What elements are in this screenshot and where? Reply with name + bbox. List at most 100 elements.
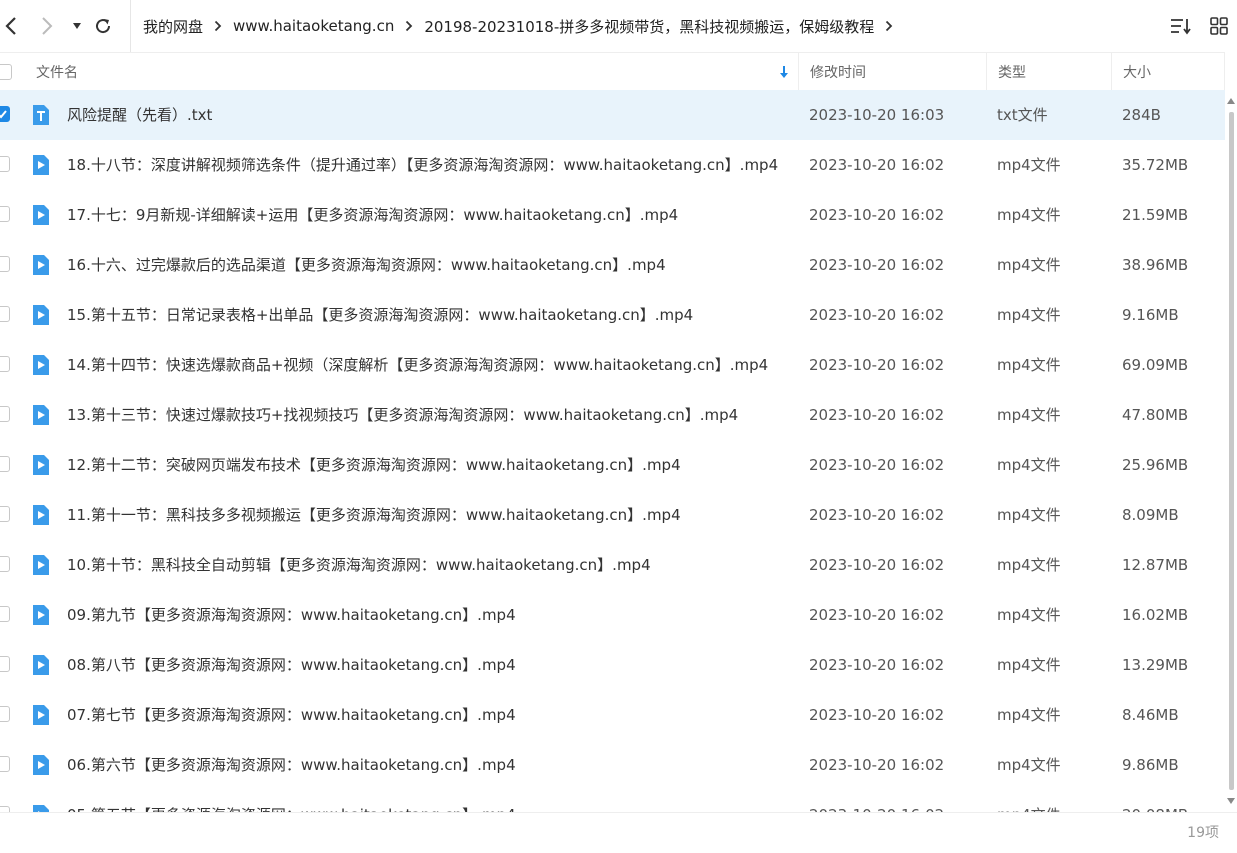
column-header-name[interactable]: 文件名	[36, 53, 78, 91]
file-name[interactable]: 07.第七节【更多资源海淘资源网：www.haitaoketang.cn】.mp…	[67, 690, 516, 740]
sort-list-icon	[1171, 19, 1191, 35]
video-file-icon	[31, 554, 51, 576]
file-name[interactable]: 13.第十三节：快速过爆款技巧+找视频技巧【更多资源海淘资源网：www.hait…	[67, 390, 738, 440]
file-row[interactable]: 05.第五节【更多资源海淘资源网：www.haitaoketang.cn】.mp…	[0, 790, 1225, 812]
file-row[interactable]: 12.第十二节：突破网页端发布技术【更多资源海淘资源网：www.haitaoke…	[0, 440, 1225, 490]
file-name[interactable]: 09.第九节【更多资源海淘资源网：www.haitaoketang.cn】.mp…	[67, 590, 516, 640]
select-all-checkbox[interactable]	[0, 53, 12, 91]
file-name[interactable]: 11.第十一节：黑科技多多视频搬运【更多资源海淘资源网：www.haitaoke…	[67, 490, 681, 540]
file-modified: 2023-10-20 16:02	[809, 206, 945, 224]
grid-view-button[interactable]	[1207, 14, 1231, 38]
row-checkbox[interactable]	[0, 756, 10, 772]
column-header-type[interactable]: 类型	[986, 53, 1026, 91]
file-row[interactable]: 08.第八节【更多资源海淘资源网：www.haitaoketang.cn】.mp…	[0, 640, 1225, 690]
file-size: 35.72MB	[1122, 156, 1189, 174]
row-checkbox[interactable]	[0, 406, 10, 422]
view-controls	[1169, 14, 1231, 38]
file-row[interactable]: 13.第十三节：快速过爆款技巧+找视频技巧【更多资源海淘资源网：www.hait…	[0, 390, 1225, 440]
file-row[interactable]: 18.十八节：深度讲解视频筛选条件（提升通过率）【更多资源海淘资源网：www.h…	[0, 140, 1225, 190]
row-checkbox[interactable]	[0, 106, 10, 122]
file-name[interactable]: 风险提醒（先看）.txt	[67, 90, 212, 140]
chevron-right-icon[interactable]	[885, 20, 893, 32]
row-checkbox[interactable]	[0, 706, 10, 722]
file-name[interactable]: 06.第六节【更多资源海淘资源网：www.haitaoketang.cn】.mp…	[67, 740, 516, 790]
file-modified: 2023-10-20 16:02	[809, 256, 945, 274]
video-file-icon	[31, 754, 51, 776]
breadcrumb-item-folder[interactable]: www.haitaoketang.cn	[233, 17, 394, 35]
vertical-scrollbar[interactable]	[1226, 90, 1237, 812]
file-type: mp4文件	[997, 206, 1061, 224]
toolbar: 我的网盘 www.haitaoketang.cn 20198-20231018-…	[0, 0, 1237, 52]
file-type: mp4文件	[997, 306, 1061, 324]
back-button[interactable]	[2, 14, 20, 38]
file-row[interactable]: 14.第十四节：快速选爆款商品+视频（深度解析【更多资源海淘资源网：www.ha…	[0, 340, 1225, 390]
file-modified: 2023-10-20 16:02	[809, 790, 944, 812]
item-count: 19项	[1187, 825, 1219, 841]
file-row[interactable]: 09.第九节【更多资源海淘资源网：www.haitaoketang.cn】.mp…	[0, 590, 1225, 640]
row-checkbox[interactable]	[0, 206, 10, 222]
row-checkbox[interactable]	[0, 256, 10, 272]
video-file-icon	[31, 504, 51, 526]
row-checkbox[interactable]	[0, 656, 10, 672]
file-row[interactable]: 06.第六节【更多资源海淘资源网：www.haitaoketang.cn】.mp…	[0, 740, 1225, 790]
caret-down-icon	[73, 23, 81, 29]
file-type: mp4文件	[997, 506, 1061, 524]
file-type: mp4文件	[997, 556, 1061, 574]
history-dropdown-button[interactable]	[70, 14, 84, 38]
file-row[interactable]: 11.第十一节：黑科技多多视频搬运【更多资源海淘资源网：www.haitaoke…	[0, 490, 1225, 540]
row-checkbox[interactable]	[0, 456, 10, 472]
file-size: 38.96MB	[1122, 256, 1189, 274]
file-type: txt文件	[997, 106, 1048, 124]
file-name[interactable]: 14.第十四节：快速选爆款商品+视频（深度解析【更多资源海淘资源网：www.ha…	[67, 340, 768, 390]
column-header-size[interactable]: 大小	[1111, 53, 1151, 91]
video-file-icon	[31, 404, 51, 426]
file-name[interactable]: 15.第十五节：日常记录表格+出单品【更多资源海淘资源网：www.haitaok…	[67, 290, 693, 340]
file-row[interactable]: 07.第七节【更多资源海淘资源网：www.haitaoketang.cn】.mp…	[0, 690, 1225, 740]
scroll-up-icon[interactable]	[1227, 98, 1235, 104]
chevron-right-icon	[42, 17, 53, 35]
file-modified: 2023-10-20 16:02	[809, 356, 945, 374]
sort-button[interactable]	[1169, 14, 1193, 38]
file-size: 284B	[1122, 106, 1161, 124]
row-checkbox[interactable]	[0, 156, 10, 172]
file-row[interactable]: 10.第十节：黑科技全自动剪辑【更多资源海淘资源网：www.haitaoketa…	[0, 540, 1225, 590]
file-size: 69.09MB	[1122, 356, 1189, 374]
refresh-button[interactable]	[92, 14, 114, 38]
file-name[interactable]: 10.第十节：黑科技全自动剪辑【更多资源海淘资源网：www.haitaoketa…	[67, 540, 651, 590]
file-type: mp4文件	[997, 790, 1061, 812]
arrow-down-icon[interactable]	[778, 53, 790, 91]
column-header-modified[interactable]: 修改时间	[798, 53, 866, 91]
chevron-right-icon	[214, 20, 222, 32]
breadcrumb-item-current[interactable]: 20198-20231018-拼多多视频带货，黑科技视频搬运，保姆级教程	[424, 16, 874, 37]
file-modified: 2023-10-20 16:02	[809, 306, 945, 324]
row-checkbox[interactable]	[0, 306, 10, 322]
row-checkbox[interactable]	[0, 356, 10, 372]
file-modified: 2023-10-20 16:02	[809, 156, 945, 174]
text-file-icon	[31, 104, 51, 126]
video-file-icon	[31, 304, 51, 326]
breadcrumb-item-root[interactable]: 我的网盘	[143, 16, 203, 37]
forward-button[interactable]	[38, 14, 56, 38]
file-size: 8.46MB	[1122, 706, 1179, 724]
file-name[interactable]: 16.十六、过完爆款后的选品渠道【更多资源海淘资源网：www.haitaoket…	[67, 240, 666, 290]
file-row[interactable]: 风险提醒（先看）.txt 2023-10-20 16:03 txt文件 284B	[0, 90, 1225, 140]
file-row[interactable]: 16.十六、过完爆款后的选品渠道【更多资源海淘资源网：www.haitaoket…	[0, 240, 1225, 290]
file-size: 13.29MB	[1122, 656, 1189, 674]
file-row[interactable]: 15.第十五节：日常记录表格+出单品【更多资源海淘资源网：www.haitaok…	[0, 290, 1225, 340]
file-name[interactable]: 17.十七：9月新规-详细解读+运用【更多资源海淘资源网：www.haitaok…	[67, 190, 678, 240]
file-row[interactable]: 17.十七：9月新规-详细解读+运用【更多资源海淘资源网：www.haitaok…	[0, 190, 1225, 240]
chevron-left-icon	[5, 17, 16, 35]
row-checkbox[interactable]	[0, 556, 10, 572]
row-checkbox[interactable]	[0, 506, 10, 522]
file-modified: 2023-10-20 16:02	[809, 706, 945, 724]
file-name[interactable]: 05.第五节【更多资源海淘资源网：www.haitaoketang.cn】.mp…	[67, 790, 516, 812]
file-name[interactable]: 08.第八节【更多资源海淘资源网：www.haitaoketang.cn】.mp…	[67, 640, 516, 690]
scroll-down-icon[interactable]	[1227, 798, 1235, 804]
video-file-icon	[31, 654, 51, 676]
video-file-icon	[31, 704, 51, 726]
scrollbar-thumb[interactable]	[1229, 112, 1234, 790]
file-name[interactable]: 12.第十二节：突破网页端发布技术【更多资源海淘资源网：www.haitaoke…	[67, 440, 681, 490]
file-name[interactable]: 18.十八节：深度讲解视频筛选条件（提升通过率）【更多资源海淘资源网：www.h…	[67, 140, 778, 190]
file-type: mp4文件	[997, 606, 1061, 624]
row-checkbox[interactable]	[0, 606, 10, 622]
